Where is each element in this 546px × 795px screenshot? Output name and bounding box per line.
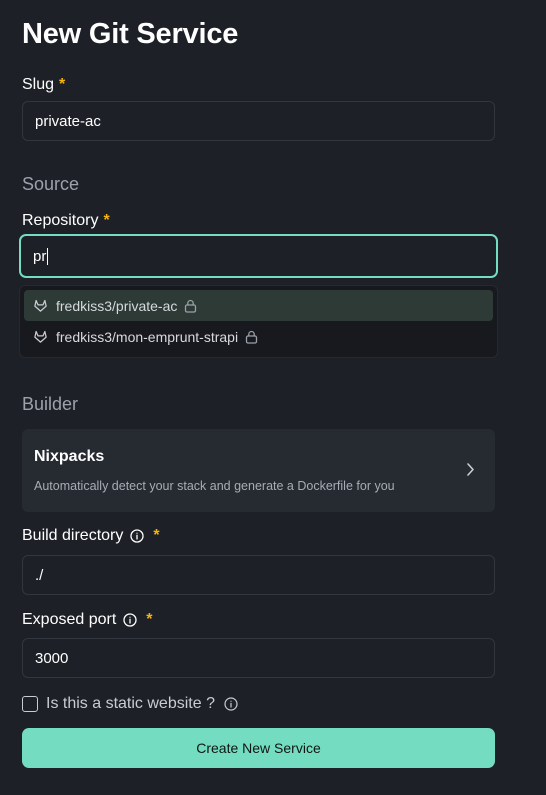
- slug-label: Slug *: [22, 76, 65, 94]
- build-directory-label-text: Build directory: [22, 527, 124, 544]
- builder-section-title: Builder: [22, 394, 79, 414]
- info-icon[interactable]: [123, 613, 137, 627]
- repository-suggestion-label: fredkiss3/mon-emprunt-strapi: [56, 328, 239, 345]
- builder-option-nixpacks[interactable]: Nixpacks Automatically detect your stack…: [22, 429, 495, 512]
- gitlab-icon: [33, 329, 48, 344]
- repository-label: Repository *: [22, 212, 110, 230]
- repository-suggestion-item[interactable]: fredkiss3/private-ac: [24, 290, 493, 321]
- page-title: New Git Service: [22, 18, 239, 50]
- new-git-service-form: New Git Service Slug * private-ac Source…: [0, 0, 546, 795]
- lock-icon: [245, 330, 258, 344]
- static-website-label[interactable]: Is this a static website ?: [46, 695, 215, 713]
- required-mark: *: [153, 527, 160, 544]
- repository-input-value: pr: [33, 247, 47, 265]
- repository-suggestion-item[interactable]: fredkiss3/mon-emprunt-strapi: [24, 321, 493, 352]
- builder-option-name: Nixpacks: [34, 448, 105, 465]
- text-caret: [47, 247, 49, 265]
- builder-option-description: Automatically detect your stack and gene…: [34, 479, 395, 493]
- slug-input[interactable]: private-ac: [22, 101, 495, 141]
- static-website-row: Is this a static website ?: [22, 695, 238, 713]
- required-mark: *: [103, 212, 110, 229]
- exposed-port-label-text: Exposed port: [22, 611, 117, 628]
- required-mark: *: [146, 611, 153, 628]
- required-mark: *: [59, 76, 66, 93]
- build-directory-input-value: ./: [35, 566, 44, 584]
- repository-input[interactable]: pr: [19, 234, 498, 278]
- create-new-service-button[interactable]: Create New Service: [22, 728, 495, 768]
- repository-suggestions: fredkiss3/private-ac fredkiss3/mon-empru…: [19, 285, 498, 358]
- info-icon[interactable]: [130, 529, 145, 543]
- build-directory-input[interactable]: ./: [22, 555, 495, 595]
- repository-suggestion-label: fredkiss3/private-ac: [56, 297, 178, 314]
- gitlab-icon: [33, 298, 48, 313]
- info-icon[interactable]: [224, 697, 238, 711]
- slug-label-text: Slug: [22, 76, 55, 93]
- exposed-port-label: Exposed port *: [22, 611, 153, 629]
- source-section-title: Source: [22, 174, 80, 194]
- lock-icon: [184, 299, 197, 313]
- exposed-port-input-value: 3000: [35, 649, 69, 667]
- static-website-checkbox[interactable]: [22, 696, 38, 712]
- build-directory-label: Build directory *: [22, 527, 160, 545]
- exposed-port-input[interactable]: 3000: [22, 638, 495, 678]
- chevron-right-icon: [466, 462, 475, 482]
- repository-label-text: Repository: [22, 212, 99, 229]
- slug-input-value: private-ac: [35, 112, 101, 130]
